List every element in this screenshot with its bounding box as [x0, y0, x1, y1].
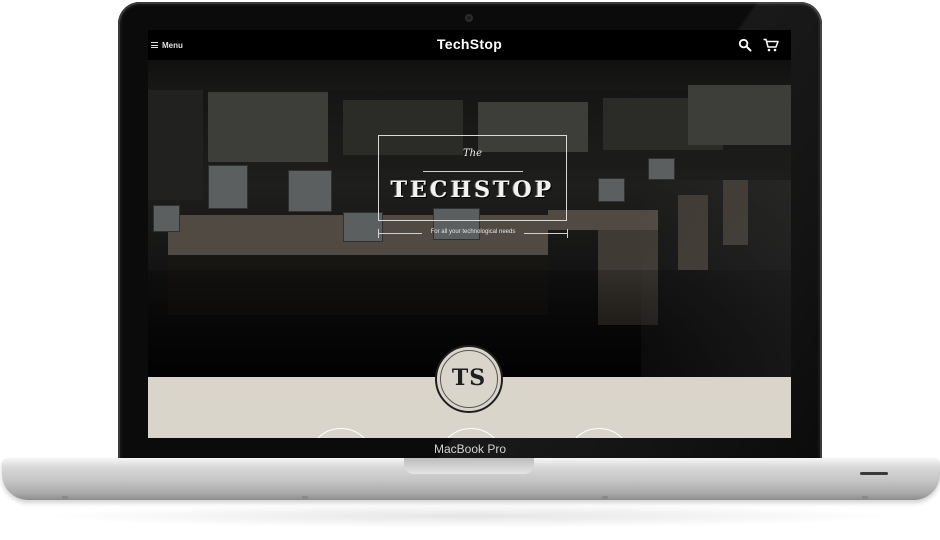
cart-icon[interactable]	[763, 38, 779, 52]
site-title[interactable]: TechStop	[148, 36, 791, 52]
sleep-indicator	[860, 472, 888, 475]
laptop-foot	[862, 496, 868, 499]
laptop-base	[2, 458, 940, 500]
hero-store-name: TECHSTOP	[390, 177, 555, 203]
laptop-foot	[602, 496, 608, 499]
hero-divider	[423, 171, 523, 172]
laptop-foot	[62, 496, 68, 499]
camera-icon	[465, 14, 473, 22]
website-screen: Menu TechStop The TECHSTOP For all your …	[148, 30, 791, 438]
device-label: MacBook Pro	[433, 442, 507, 456]
top-navbar: Menu TechStop	[148, 30, 791, 60]
hero-tagline: For all your technological needs	[430, 229, 516, 235]
laptop-shadow	[40, 504, 900, 528]
search-icon[interactable]	[738, 38, 752, 52]
hero-logo-box: The TECHSTOP	[378, 135, 567, 221]
laptop-foot	[302, 496, 308, 499]
hero-the: The	[462, 148, 483, 159]
hero-tagline-wrap: For all your technological needs	[378, 228, 568, 240]
ts-badge: TS	[435, 345, 503, 413]
laptop-notch	[404, 458, 534, 474]
badge-text: TS	[451, 365, 487, 391]
